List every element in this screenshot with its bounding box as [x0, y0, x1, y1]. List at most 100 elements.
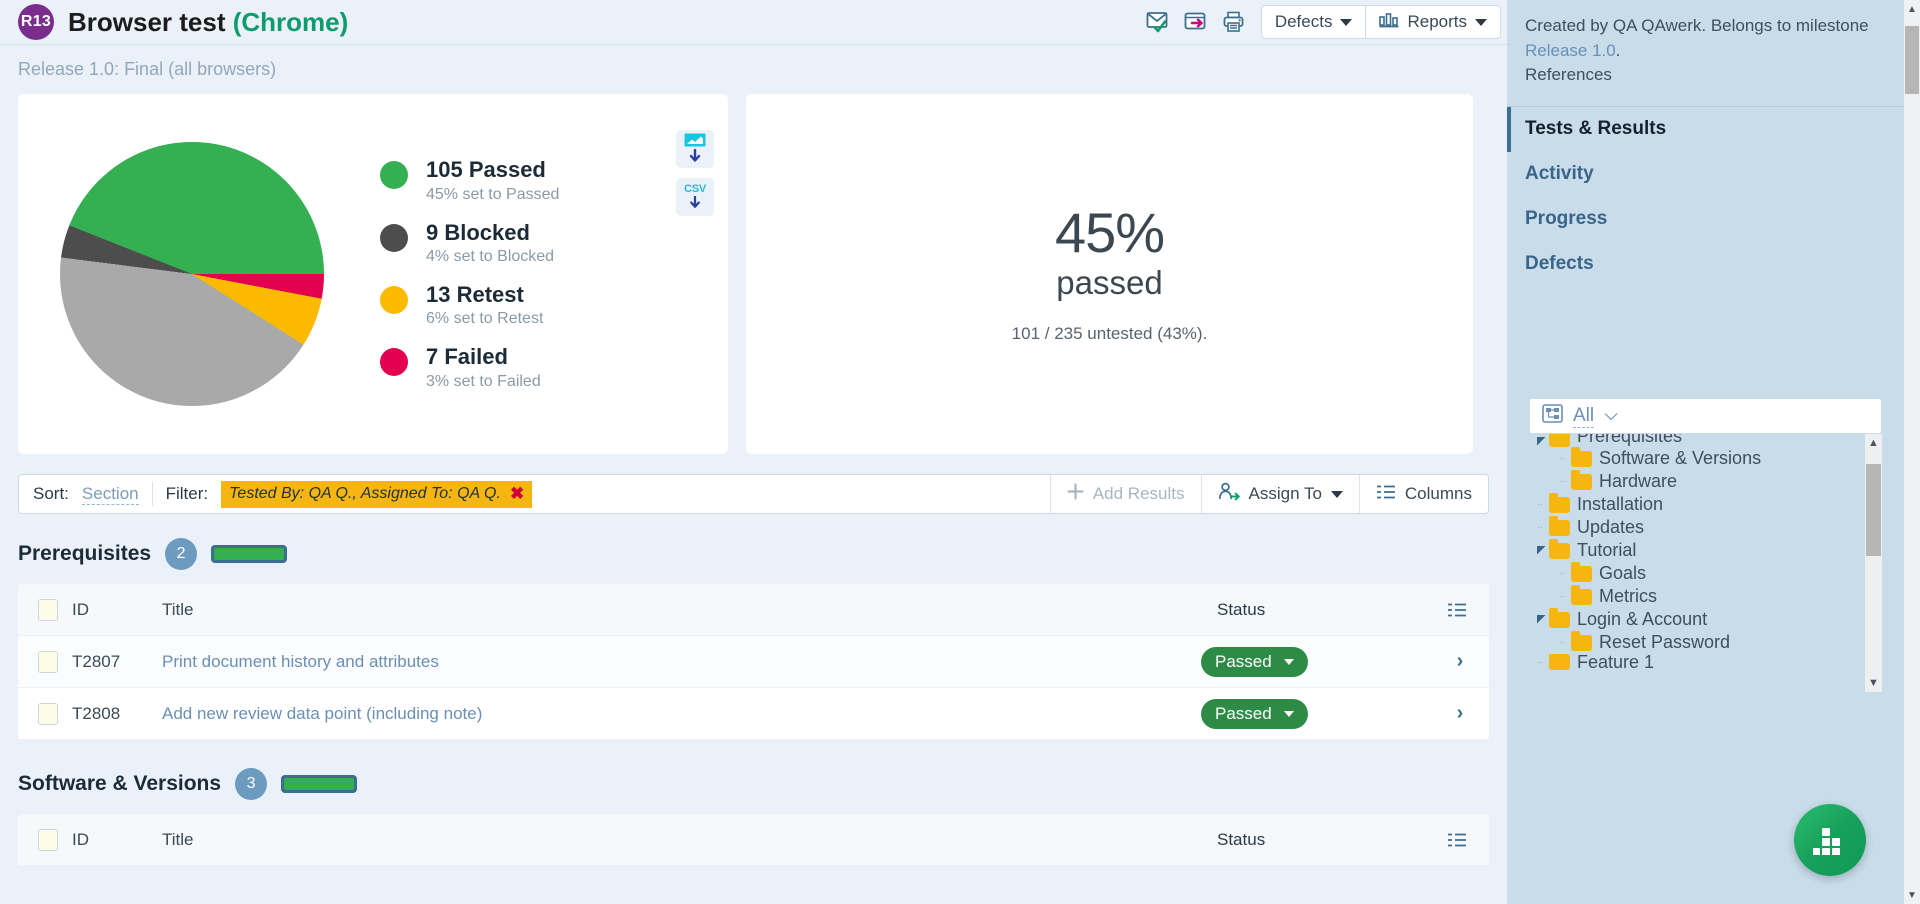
scroll-down-icon[interactable]: ▼ [1865, 674, 1882, 692]
scroll-up-icon[interactable]: ▲ [1904, 0, 1920, 18]
section-header-software-versions[interactable]: Software & Versions 3 [0, 740, 1507, 814]
folder-icon [1571, 469, 1592, 490]
row-title-link[interactable]: Print document history and attributes [162, 652, 1201, 672]
sort-value-link[interactable]: Section [81, 484, 139, 505]
section-title: Prerequisites [18, 542, 152, 565]
chevron-down-icon [1330, 490, 1343, 498]
tree-scroll-thumb[interactable] [1866, 464, 1881, 556]
status-badge[interactable]: Passed [1201, 646, 1308, 677]
row-checkbox[interactable] [38, 702, 58, 725]
column-header-status[interactable]: Status [1217, 830, 1447, 850]
top-bar: R13 Browser test (Chrome) Defects Report… [0, 0, 1507, 45]
reports-dropdown[interactable]: Reports [1366, 5, 1501, 39]
table-row[interactable]: T2807 Print document history and attribu… [18, 636, 1489, 688]
app-root: R13 Browser test (Chrome) Defects Report… [0, 0, 1920, 904]
tree-node[interactable]: Updates [1533, 515, 1882, 539]
legend-count-passed: 105 Passed [426, 157, 546, 183]
filter-label: Filter: [165, 484, 209, 503]
tree-node[interactable]: Prerequisites [1533, 434, 1882, 447]
sidebar-item-activity[interactable]: Activity [1507, 152, 1904, 197]
tree-node[interactable]: Metrics [1533, 584, 1882, 608]
sidebar-item-label: Progress [1525, 208, 1608, 230]
status-badge[interactable]: Passed [1201, 698, 1308, 729]
row-expand-icon[interactable]: › [1431, 650, 1489, 673]
right-sidebar: Created by QA QAwerk. Belongs to milesto… [1507, 0, 1920, 904]
legend-sub-passed: 45% set to Passed [426, 185, 560, 203]
row-expand-icon[interactable]: › [1431, 702, 1489, 725]
sidebar-item-progress[interactable]: Progress [1507, 197, 1904, 242]
column-options-icon[interactable] [1447, 602, 1467, 618]
select-all-checkbox[interactable] [38, 598, 58, 621]
add-results-button[interactable]: Add Results [1049, 475, 1201, 513]
column-header-id[interactable]: ID [72, 830, 162, 850]
sidebar-scroll-thumb[interactable] [1905, 26, 1919, 94]
chevron-down-icon [1475, 18, 1487, 26]
reports-chart-icon [1379, 12, 1399, 33]
sidebar-scrollbar[interactable]: ▲ ▼ [1904, 0, 1920, 904]
tree-scrollbar[interactable]: ▲ ▼ [1865, 434, 1882, 692]
column-header-title[interactable]: Title [162, 600, 1217, 620]
reports-label: Reports [1407, 12, 1467, 31]
sidebar-item-tests-results[interactable]: Tests & Results [1507, 106, 1904, 152]
legend-item-blocked: 9 Blocked 4% set to Blocked [380, 220, 559, 266]
download-arrow-icon [690, 196, 700, 208]
columns-button[interactable]: Columns [1358, 475, 1488, 513]
tree-node-label: Installation [1577, 494, 1664, 514]
legend-item-retest: 13 Retest 6% set to Retest [380, 282, 559, 328]
run-id-badge: R13 [18, 4, 54, 40]
tree-node[interactable]: Tutorial [1533, 538, 1882, 562]
tree-node-label: Updates [1577, 517, 1645, 537]
assign-to-button[interactable]: Assign To [1200, 475, 1359, 513]
scroll-down-icon[interactable]: ▼ [1904, 886, 1920, 904]
select-all-checkbox[interactable] [38, 828, 58, 851]
tree-node[interactable]: Feature 1 [1533, 654, 1882, 670]
row-title-link[interactable]: Add new review data point (including not… [162, 704, 1201, 724]
milestone-link[interactable]: Release 1.0 [1525, 41, 1616, 60]
tree-filter-label[interactable]: All [1573, 405, 1595, 428]
defects-dropdown[interactable]: Defects [1260, 5, 1367, 39]
meta-suffix: . [1615, 40, 1621, 60]
tree-node[interactable]: Goals [1533, 561, 1882, 585]
tree-collapse-icon[interactable] [1533, 545, 1549, 556]
download-csv-button[interactable]: CSV [676, 178, 714, 216]
tree-node[interactable]: Reset Password [1533, 630, 1882, 654]
columns-icon [1376, 484, 1396, 505]
page-title: Browser test (Chrome) [68, 7, 348, 38]
tree-node[interactable]: Installation [1533, 492, 1882, 516]
breadcrumb[interactable]: Release 1.0: Final (all browsers) [0, 45, 1507, 94]
tree-node[interactable]: Hardware [1533, 469, 1882, 493]
active-filter-chip[interactable]: Tested By: QA Q., Assigned To: QA Q. ✖ [221, 480, 533, 508]
filter-chip-text: Tested By: QA Q., Assigned To: QA Q. [229, 484, 501, 502]
clear-filter-icon[interactable]: ✖ [510, 484, 524, 504]
meta-references: References [1525, 65, 1612, 85]
download-arrow-icon [689, 149, 701, 162]
subscribe-mail-icon[interactable] [1141, 5, 1175, 39]
tree-node[interactable]: Software & Versions [1533, 446, 1882, 470]
table-row[interactable]: T2808 Add new review data point (includi… [18, 688, 1489, 740]
sidebar-item-defects[interactable]: Defects [1507, 242, 1904, 287]
legend-sub-blocked: 4% set to Blocked [426, 248, 555, 265]
table-header-row: ID Title Status [18, 584, 1489, 636]
section-count-badge: 2 [165, 538, 198, 570]
push-to-icon[interactable] [1179, 5, 1213, 39]
print-icon[interactable] [1217, 5, 1251, 39]
tree-collapse-icon[interactable] [1533, 436, 1549, 447]
section-header-prerequisites[interactable]: Prerequisites 2 [0, 514, 1507, 584]
row-checkbox[interactable] [38, 650, 58, 673]
tree-collapse-icon[interactable] [1533, 614, 1549, 625]
sidebar-item-label: Tests & Results [1525, 118, 1667, 140]
section-progress-bar [281, 775, 358, 793]
column-options-icon[interactable] [1447, 832, 1467, 848]
column-header-id[interactable]: ID [72, 600, 162, 620]
section-tree[interactable]: Prerequisites Software & Versions Hardware… [1529, 434, 1882, 692]
download-image-button[interactable] [676, 130, 714, 168]
column-header-status[interactable]: Status [1217, 600, 1447, 620]
tree-node[interactable]: Login & Account [1533, 607, 1882, 631]
legend-dot-passed [380, 161, 408, 190]
assign-to-label: Assign To [1248, 484, 1322, 503]
tree-filter-bar[interactable]: All [1529, 398, 1882, 434]
quick-actions-fab[interactable] [1794, 804, 1866, 876]
scroll-up-icon[interactable]: ▲ [1865, 434, 1882, 452]
column-header-title[interactable]: Title [162, 830, 1217, 850]
row-id: T2807 [72, 651, 121, 671]
